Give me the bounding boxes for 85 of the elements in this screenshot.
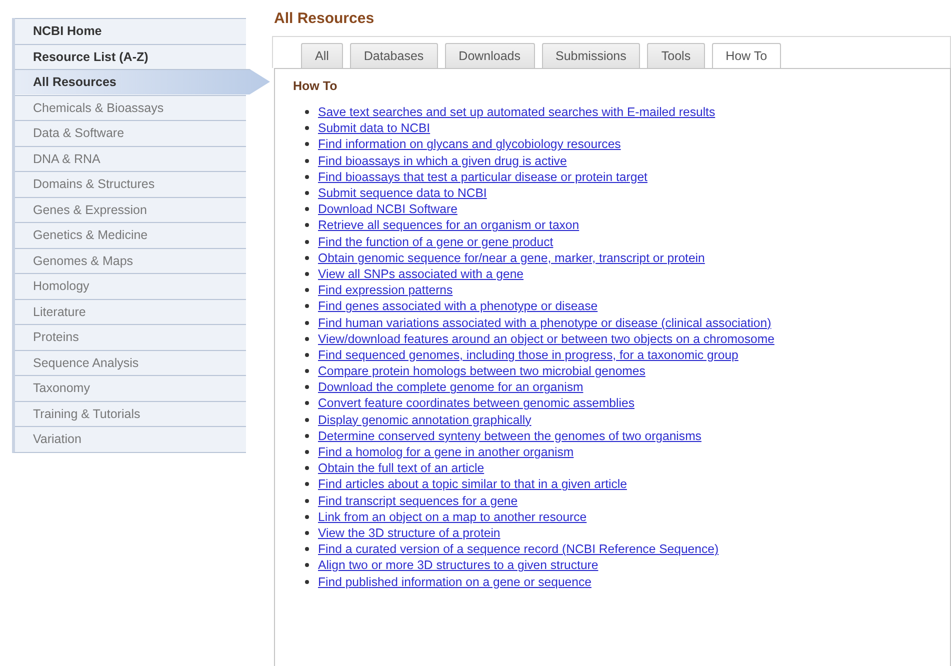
bullet-icon: [305, 450, 309, 454]
tab[interactable]: All: [301, 43, 343, 69]
sidebar-item[interactable]: Taxonomy: [15, 375, 246, 400]
tab[interactable]: Downloads: [444, 43, 535, 69]
sidebar-item[interactable]: Domains & Structures: [15, 171, 246, 196]
how-to-link[interactable]: Find a curated version of a sequence record (NCBI Reference Sequence): [318, 542, 719, 556]
sidebar-item[interactable]: Genetics & Medicine: [15, 222, 246, 248]
how-to-link[interactable]: Link from an object on a map to another resource: [318, 510, 587, 524]
how-to-link[interactable]: Download the complete genome for an organism: [318, 380, 584, 394]
how-to-link[interactable]: Find transcript sequences for a gene: [318, 494, 518, 508]
how-to-link[interactable]: Find published information on a gene or sequence: [318, 574, 592, 589]
sidebar-item[interactable]: Data & Software: [15, 120, 246, 146]
how-to-link[interactable]: Obtain genomic sequence for/near a gene, marker, transcript or protein: [318, 250, 705, 265]
bullet-icon: [305, 385, 309, 390]
how-to-link[interactable]: Find bioassays in which a given drug is active: [318, 154, 567, 168]
how-to-link[interactable]: Save text searches and set up automated searches with E-mailed results: [318, 105, 716, 120]
bullet-icon: [305, 401, 309, 406]
how-to-link[interactable]: Find a homolog for a gene in another organism: [318, 445, 574, 460]
tab[interactable]: Databases: [350, 43, 438, 69]
sidebar-item[interactable]: Variation: [15, 426, 246, 452]
sidebar-item[interactable]: Genomes & Maps: [15, 248, 246, 273]
bullet-icon: [305, 466, 309, 470]
how-to-link[interactable]: Find human variations associated with a phenotype or disease (clinical association): [318, 316, 772, 330]
bullet-icon: [305, 352, 309, 357]
bullet-icon: [305, 482, 309, 486]
bullet-icon: [305, 418, 309, 422]
how-to-link[interactable]: Retrieve all sequences for an organism or taxon: [318, 218, 580, 232]
bullet-icon: [305, 142, 309, 146]
sidebar-item[interactable]: All Resources: [15, 69, 270, 94]
how-to-link[interactable]: Submit data to NCBI: [318, 121, 430, 136]
how-to-link[interactable]: View all SNPs associated with a gene: [318, 266, 524, 281]
bullet-icon: [305, 191, 309, 196]
tab[interactable]: Submissions: [542, 43, 640, 69]
bullet-icon: [305, 320, 309, 325]
how-to-link[interactable]: View/download features around an object or between two objects on a chromosome: [318, 332, 774, 346]
bullet-icon: [305, 336, 309, 341]
bullet-icon: [305, 304, 309, 308]
bullet-icon: [305, 110, 309, 114]
sidebar-item[interactable]: Resource List (A-Z): [15, 44, 246, 69]
how-to-link[interactable]: Compare protein homologs between two microbial genomes: [318, 364, 646, 378]
how-to-link[interactable]: Find genes associated with a phenotype or disease: [318, 299, 598, 314]
how-to-link[interactable]: Find information on glycans and glycobiology resources: [318, 137, 621, 152]
sidebar-item[interactable]: Training & Tutorials: [15, 400, 246, 426]
bullet-icon: [305, 434, 309, 438]
how-to-link[interactable]: Find bioassays that test a particular disease or protein target: [318, 170, 648, 184]
how-to-link[interactable]: Obtain the full text of an article: [318, 461, 484, 476]
bullet-icon: [305, 580, 309, 584]
bullet-icon: [305, 547, 309, 552]
page-title: All Resources: [274, 10, 376, 27]
bullet-icon: [305, 256, 309, 260]
how-to-link[interactable]: Find the function of a gene or gene product: [318, 234, 554, 249]
bullet-icon: [305, 240, 309, 244]
bullet-icon: [305, 369, 309, 374]
how-to-link[interactable]: Determine conserved synteny between the genomes of two organisms: [318, 428, 702, 443]
sidebar-item[interactable]: NCBI Home: [15, 18, 246, 44]
how-to-link[interactable]: Display genomic annotation graphically: [318, 412, 532, 427]
bullet-icon: [305, 530, 309, 535]
how-to-link[interactable]: Download NCBI Software: [318, 202, 458, 216]
bullet-icon: [305, 174, 309, 179]
how-to-link[interactable]: Find articles about a topic similar to that in a given article: [318, 477, 627, 492]
how-to-link[interactable]: Find sequenced genomes, including those in progress, for a taxonomic group: [318, 348, 738, 362]
bullet-icon: [305, 207, 309, 212]
sidebar-item[interactable]: Chemicals & Bioassays: [15, 94, 246, 120]
bullet-icon: [305, 288, 309, 292]
bullet-icon: [305, 158, 309, 163]
how-to-link[interactable]: Find expression patterns: [318, 283, 453, 298]
bullet-icon: [305, 126, 309, 130]
bullet-icon: [305, 272, 309, 276]
sidebar-item[interactable]: DNA & RNA: [15, 146, 246, 171]
bullet-icon: [305, 563, 309, 568]
bullet-icon: [305, 514, 309, 519]
section-title: How To: [293, 79, 338, 93]
sidebar-item[interactable]: Sequence Analysis: [15, 350, 246, 375]
how-to-link[interactable]: Submit sequence data to NCBI: [318, 186, 487, 200]
sidebar-item[interactable]: Literature: [15, 298, 246, 324]
tab[interactable]: How To: [712, 43, 782, 69]
sidebar-item[interactable]: Homology: [15, 273, 246, 298]
tab[interactable]: Tools: [647, 43, 705, 69]
sidebar-item[interactable]: Proteins: [15, 324, 246, 350]
bullet-icon: [305, 223, 309, 228]
how-to-link[interactable]: Convert feature coordinates between genomic assemblies: [318, 396, 634, 410]
bullet-icon: [305, 498, 309, 503]
sidebar-item[interactable]: Genes & Expression: [15, 196, 246, 222]
how-to-link[interactable]: View the 3D structure of a protein: [318, 526, 500, 540]
how-to-link[interactable]: Align two or more 3D structures to a given structure: [318, 558, 598, 572]
